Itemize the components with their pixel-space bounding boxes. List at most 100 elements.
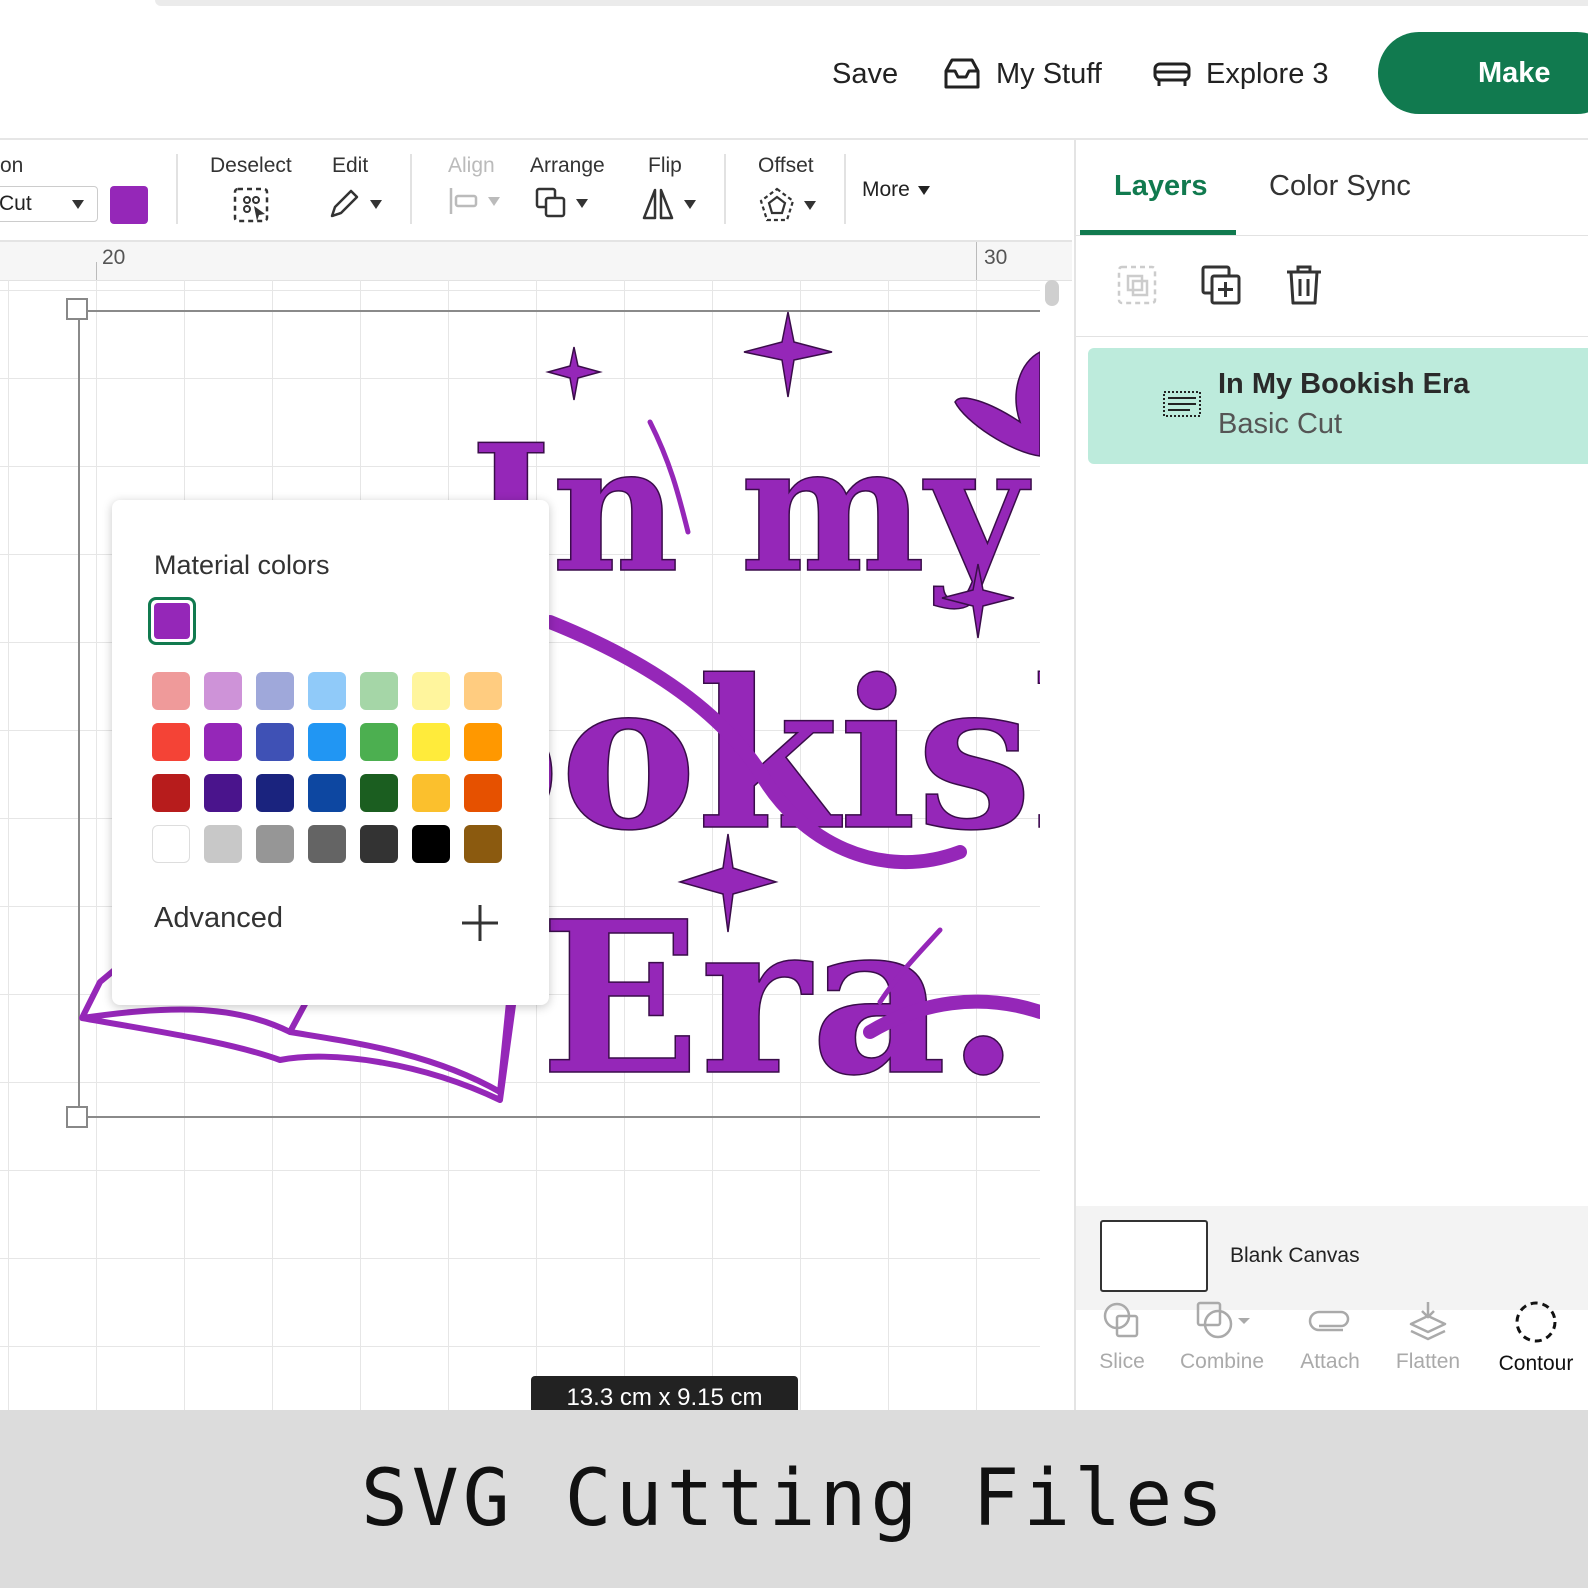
flatten-button[interactable]: Flatten — [1378, 1300, 1478, 1374]
tab-layers[interactable]: Layers — [1114, 170, 1208, 203]
layer-row[interactable]: In My Bookish Era Basic Cut — [1088, 348, 1588, 464]
selected-color-swatch[interactable] — [148, 597, 196, 645]
color-swatch-grid — [152, 672, 502, 863]
color-swatch[interactable] — [360, 723, 398, 761]
design-canvas[interactable]: 20 30 In my Bookish Era. — [0, 242, 1072, 1410]
blank-canvas-row[interactable]: Blank Canvas — [1076, 1206, 1588, 1310]
flip-icon — [642, 188, 674, 220]
color-swatch[interactable] — [152, 672, 190, 710]
my-stuff-button[interactable]: My Stuff — [942, 52, 1102, 96]
flip-label: Flip — [648, 154, 682, 177]
attach-label: Attach — [1300, 1350, 1360, 1373]
cricut-machine-icon — [1153, 62, 1191, 86]
chevron-down-icon — [804, 200, 816, 210]
more-button[interactable]: More — [862, 178, 930, 202]
offset-button[interactable] — [758, 186, 816, 224]
slice-label: Slice — [1099, 1350, 1145, 1373]
color-swatch[interactable] — [464, 723, 502, 761]
slice-button[interactable]: Slice — [1072, 1300, 1172, 1374]
edit-toolbar: on Cut Deselect Edit Align Arrange Flip … — [0, 140, 1072, 242]
sparkle-icon — [545, 346, 603, 401]
flatten-label: Flatten — [1395, 1350, 1461, 1373]
flip-button[interactable] — [640, 186, 696, 222]
color-swatch[interactable] — [152, 825, 190, 863]
color-swatch[interactable] — [360, 672, 398, 710]
operation-value: Cut — [0, 192, 32, 215]
color-swatch[interactable] — [152, 723, 190, 761]
pencil-icon — [330, 189, 359, 218]
layer-thumbnail — [1163, 391, 1201, 417]
color-swatch[interactable] — [204, 825, 242, 863]
make-button[interactable]: Make — [1378, 32, 1588, 114]
layer-operation: Basic Cut — [1218, 408, 1343, 440]
blank-canvas-label: Blank Canvas — [1230, 1244, 1360, 1267]
color-swatch[interactable] — [256, 825, 294, 863]
paperclip-icon — [1308, 1310, 1350, 1332]
chevron-down-icon — [576, 198, 588, 208]
advanced-label: Advanced — [154, 902, 283, 934]
color-swatch[interactable] — [308, 723, 346, 761]
deselect-icon — [233, 187, 269, 223]
dimension-label: 13.3 cm x 9.15 cm — [531, 1376, 798, 1410]
arrange-button[interactable] — [534, 186, 588, 220]
align-button[interactable] — [448, 186, 500, 216]
panel-divider — [1076, 336, 1588, 337]
color-swatch[interactable] — [412, 723, 450, 761]
more-label: More — [862, 178, 910, 201]
color-swatch[interactable] — [308, 672, 346, 710]
contour-button[interactable]: Contour — [1486, 1300, 1586, 1376]
deselect-label: Deselect — [210, 154, 292, 177]
toolbar-divider — [724, 154, 726, 224]
color-swatch[interactable] — [464, 774, 502, 812]
explore-button[interactable]: Explore 3 — [1152, 52, 1329, 96]
footer-text: SVG Cutting Files — [360, 1454, 1228, 1544]
offset-icon — [759, 187, 795, 222]
save-label: Save — [832, 57, 899, 90]
color-swatch[interactable] — [204, 774, 242, 812]
color-swatch[interactable] — [464, 825, 502, 863]
material-colors-title: Material colors — [154, 550, 330, 580]
chevron-down-icon — [71, 199, 84, 209]
color-swatch[interactable] — [412, 774, 450, 812]
color-swatch[interactable] — [256, 723, 294, 761]
slice-icon — [1103, 1302, 1139, 1338]
combine-icon — [1196, 1301, 1250, 1339]
chevron-down-icon — [370, 199, 382, 209]
plus-icon[interactable] — [460, 903, 500, 943]
edit-label: Edit — [332, 154, 369, 177]
color-swatch[interactable] — [256, 774, 294, 812]
design-text-line1: In my — [470, 407, 1031, 612]
color-swatch[interactable] — [308, 774, 346, 812]
color-swatch[interactable] — [256, 672, 294, 710]
attach-button[interactable]: Attach — [1280, 1300, 1380, 1374]
trash-icon[interactable] — [1284, 264, 1324, 306]
color-swatch[interactable] — [204, 723, 242, 761]
group-icon[interactable] — [1116, 264, 1158, 306]
align-label: Align — [448, 154, 495, 177]
save-button[interactable]: Save — [832, 52, 898, 96]
layer-name: In My Bookish Era — [1218, 368, 1470, 400]
combine-label: Combine — [1179, 1350, 1265, 1373]
inbox-icon — [944, 58, 980, 89]
color-swatch[interactable] — [412, 825, 450, 863]
toolbar-divider — [176, 154, 178, 224]
tab-color-sync[interactable]: Color Sync — [1269, 170, 1411, 203]
color-swatch[interactable] — [152, 774, 190, 812]
tab-divider — [1076, 235, 1588, 236]
color-swatch[interactable] — [360, 774, 398, 812]
color-swatch[interactable] — [412, 672, 450, 710]
edit-button[interactable] — [326, 186, 382, 222]
color-swatch[interactable] — [308, 825, 346, 863]
material-color-swatch[interactable] — [110, 186, 148, 224]
color-swatch[interactable] — [204, 672, 242, 710]
blank-canvas-swatch[interactable] — [1100, 1220, 1208, 1292]
deselect-button[interactable] — [232, 186, 272, 226]
color-swatch[interactable] — [360, 825, 398, 863]
flatten-icon — [1409, 1302, 1447, 1341]
duplicate-icon[interactable] — [1200, 264, 1242, 306]
combine-button[interactable]: Combine — [1172, 1300, 1272, 1374]
color-swatch[interactable] — [464, 672, 502, 710]
offset-label: Offset — [758, 154, 814, 177]
vertical-scrollbar[interactable] — [1045, 280, 1059, 306]
operation-select[interactable]: Cut — [0, 186, 98, 222]
